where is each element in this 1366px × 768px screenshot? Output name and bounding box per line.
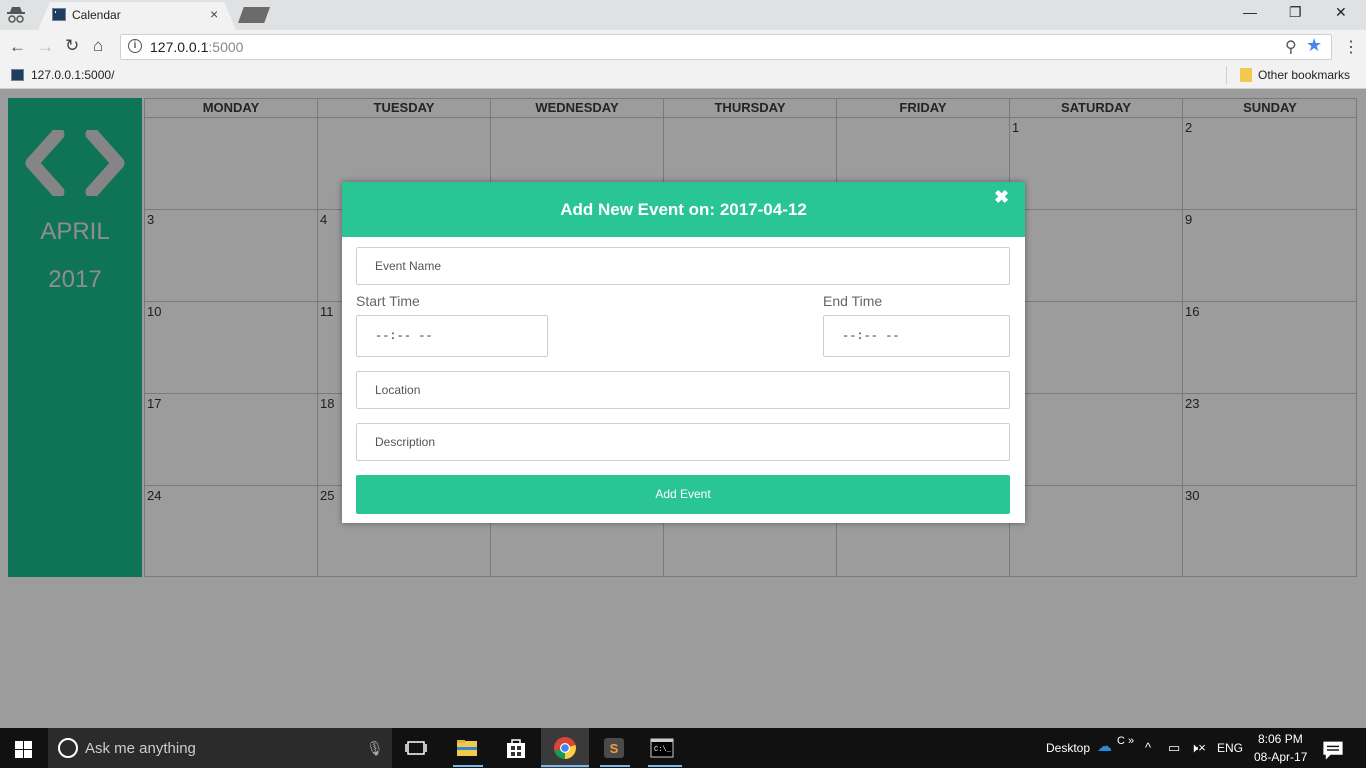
start-time-input[interactable]: --:-- -- — [356, 315, 548, 357]
start-time-label: Start Time — [356, 293, 420, 309]
tab-close-button[interactable]: × — [210, 6, 218, 22]
address-text[interactable]: 127.0.0.1:5000 — [150, 39, 243, 55]
new-tab-button[interactable] — [238, 7, 270, 23]
volume-muted-icon[interactable]: 🕨× — [1190, 740, 1206, 756]
incognito-icon — [7, 7, 25, 23]
start-time-value: --:-- -- — [375, 329, 433, 343]
cortana-icon[interactable] — [58, 738, 78, 758]
clock-time[interactable]: 8:06 PM — [1258, 732, 1303, 746]
tab-title: Calendar — [72, 8, 121, 22]
language-indicator[interactable]: ENG — [1217, 741, 1243, 755]
clock-date[interactable]: 08-Apr-17 — [1254, 750, 1307, 764]
windows-start-icon[interactable] — [15, 741, 32, 758]
info-icon[interactable]: i — [128, 39, 142, 53]
onedrive-icon[interactable]: ☁ — [1097, 737, 1112, 755]
cmd-running-indicator — [648, 765, 682, 767]
location-input[interactable]: Location — [356, 371, 1010, 409]
page-content: APRIL 2017 MONDAY TUESDAY WEDNESDAY THUR… — [0, 90, 1366, 728]
bookmark-item[interactable]: 127.0.0.1:5000/ — [31, 68, 114, 82]
battery-icon[interactable]: ▭ — [1168, 740, 1180, 756]
command-prompt-icon[interactable]: C:\_ — [650, 736, 674, 760]
chrome-icon[interactable] — [553, 736, 577, 760]
task-view-icon[interactable] — [404, 736, 428, 760]
event-name-input[interactable]: Event Name — [356, 247, 1010, 285]
desktop-toolbar-label[interactable]: Desktop — [1046, 741, 1090, 755]
add-event-modal: Add New Event on: 2017-04-12 ✖ Event Nam… — [342, 182, 1025, 523]
end-time-input[interactable]: --:-- -- — [823, 315, 1010, 357]
description-input[interactable]: Description — [356, 423, 1010, 461]
forward-icon[interactable]: → — [37, 37, 54, 57]
end-time-label: End Time — [823, 293, 883, 309]
close-window-button[interactable]: ✕ — [1335, 4, 1347, 21]
action-center-icon[interactable] — [1321, 738, 1345, 762]
sublime-running-indicator — [600, 765, 630, 767]
add-event-button[interactable]: Add Event — [356, 475, 1010, 514]
back-icon[interactable]: ← — [9, 37, 26, 57]
other-bookmarks[interactable]: Other bookmarks — [1258, 68, 1350, 82]
chrome-running-indicator — [541, 765, 589, 767]
taskbar-search-text[interactable]: Ask me anything — [85, 740, 196, 757]
home-icon[interactable]: ⌂ — [93, 36, 103, 56]
svg-text:C:\_: C:\_ — [654, 746, 672, 754]
modal-title: Add New Event on: 2017-04-12 — [560, 200, 807, 219]
end-time-value: --:-- -- — [842, 329, 900, 343]
folder-icon — [1240, 68, 1252, 82]
zoom-icon[interactable]: ⚲ — [1285, 37, 1297, 57]
modal-header: Add New Event on: 2017-04-12 ✖ — [342, 182, 1025, 237]
tray-overflow-icon[interactable]: C » — [1117, 735, 1134, 747]
tab-favicon-icon — [52, 8, 66, 21]
bookmarks-bar — [0, 63, 1366, 89]
explorer-running-indicator — [453, 765, 483, 767]
restore-button[interactable]: ❐ — [1289, 4, 1302, 21]
close-icon[interactable]: ✖ — [994, 187, 1009, 208]
svg-text:S: S — [610, 741, 619, 756]
address-bar[interactable] — [120, 34, 1332, 60]
minimize-button[interactable]: — — [1243, 4, 1257, 20]
browser-menu-icon[interactable]: ⋮ — [1343, 37, 1359, 57]
bookmark-favicon-icon — [11, 69, 24, 81]
show-hidden-icons-icon[interactable]: ^ — [1145, 740, 1151, 755]
microphone-icon[interactable]: 🎙 — [366, 740, 384, 757]
store-icon[interactable] — [504, 736, 528, 760]
bookmarks-separator — [1226, 66, 1227, 84]
file-explorer-icon[interactable] — [455, 736, 479, 760]
reload-icon[interactable]: ↻ — [65, 36, 79, 56]
browser-tab[interactable] — [38, 2, 236, 30]
bookmark-star-icon[interactable]: ★ — [1306, 35, 1322, 56]
sublime-text-icon[interactable]: S — [602, 736, 626, 760]
browser-titlebar: Calendar × — ❐ ✕ — [0, 0, 1366, 30]
